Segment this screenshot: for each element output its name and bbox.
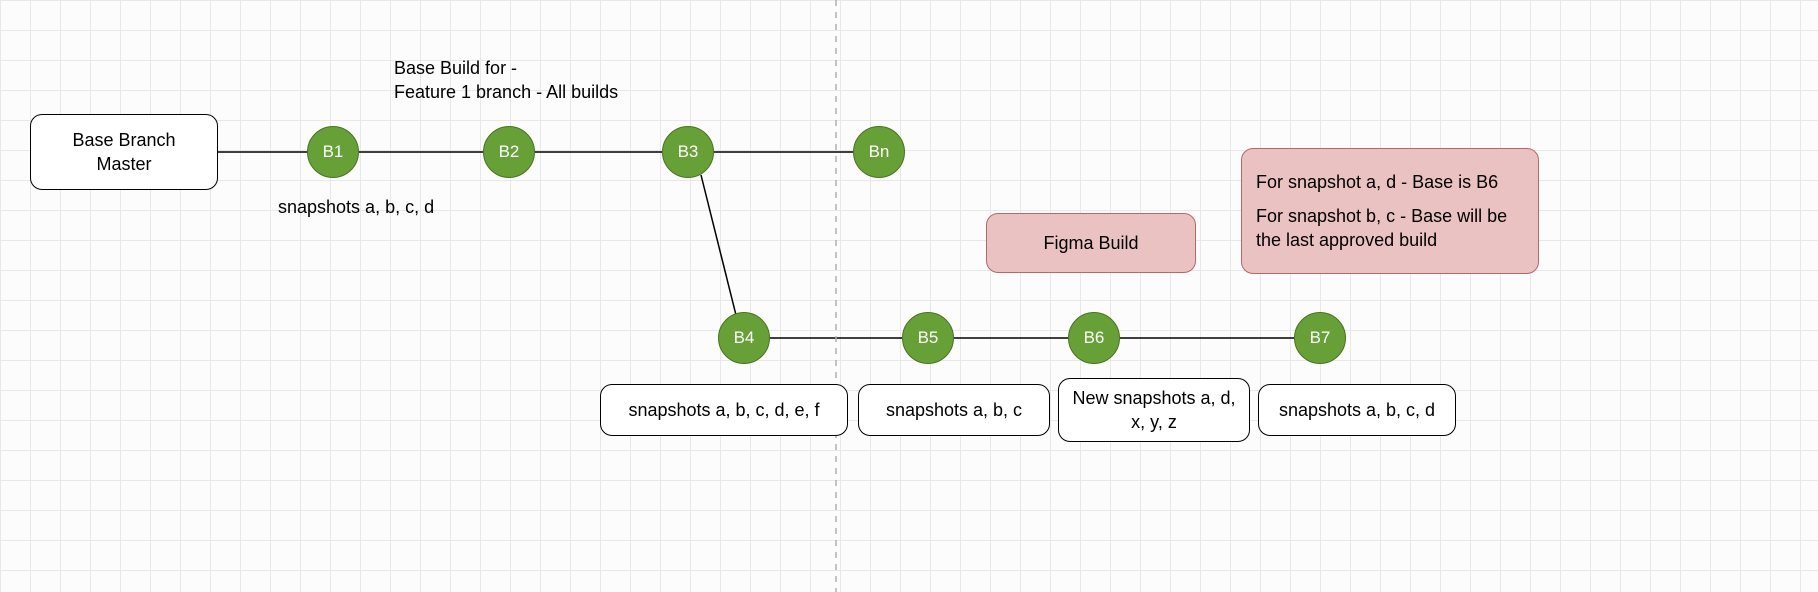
b7-callout-line2: For snapshot b, c - Base will be the las… xyxy=(1256,204,1524,253)
figma-build-callout: Figma Build xyxy=(986,213,1196,273)
connector-layer xyxy=(0,0,1818,592)
b2-caption-line1: Base Build for - xyxy=(394,56,618,80)
build-b6-node: B6 xyxy=(1068,312,1120,364)
build-b3-node: B3 xyxy=(662,126,714,178)
build-b1-node: B1 xyxy=(307,126,359,178)
b6-snapshots-box: New snapshots a, d, x, y, z xyxy=(1058,378,1250,442)
build-b5-node: B5 xyxy=(902,312,954,364)
b5-snapshots-box: snapshots a, b, c xyxy=(858,384,1050,436)
master-branch-box: Base Branch Master xyxy=(30,114,218,190)
b1-snapshots-label: snapshots a, b, c, d xyxy=(278,195,434,219)
build-bn-node: Bn xyxy=(853,126,905,178)
b2-caption-line2: Feature 1 branch - All builds xyxy=(394,80,618,104)
b7-snapshots-box: snapshots a, b, c, d xyxy=(1258,384,1456,436)
b2-caption: Base Build for - Feature 1 branch - All … xyxy=(394,56,618,105)
b7-base-rules-callout: For snapshot a, d - Base is B6 For snaps… xyxy=(1241,148,1539,274)
build-b4-node: B4 xyxy=(718,312,770,364)
b4-snapshots-box: snapshots a, b, c, d, e, f xyxy=(600,384,848,436)
build-b2-node: B2 xyxy=(483,126,535,178)
b7-callout-line1: For snapshot a, d - Base is B6 xyxy=(1256,170,1498,194)
build-b7-node: B7 xyxy=(1294,312,1346,364)
